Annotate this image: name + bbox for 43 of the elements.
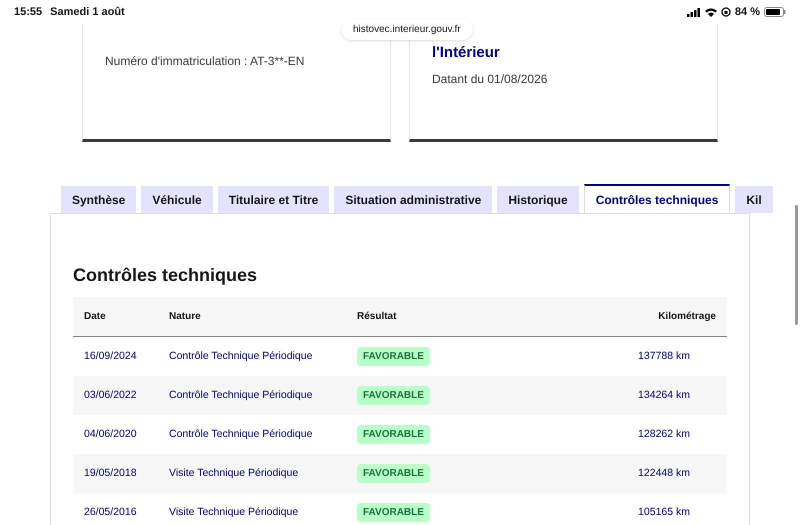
tab[interactable]: Synthèse [61, 186, 136, 213]
date-cell-text: 26/05/2016 [84, 504, 138, 520]
tab[interactable]: Contrôles techniques [584, 184, 730, 213]
nature-cell-text: Visite Technique Périodique [169, 466, 300, 481]
result-badge: FAVORABLE [357, 464, 430, 483]
battery-icon [764, 7, 786, 17]
tab[interactable]: Kil [735, 186, 773, 213]
column-header: Nature [169, 310, 202, 324]
tab[interactable]: Historique [497, 186, 579, 213]
column-header: Kilométrage [658, 310, 716, 324]
nature-cell-text: Contrôle Technique Périodique [169, 388, 314, 403]
tab[interactable]: Situation administrative [334, 186, 492, 213]
date-cell-text: 04/06/2020 [84, 426, 138, 442]
result-badge: FAVORABLE [357, 425, 430, 444]
date-cell-text: 16/09/2024 [84, 348, 138, 364]
battery-percent: 84 % [734, 4, 760, 20]
status-time: 15:55 [14, 4, 42, 20]
mileage-cell-text: 137788 km [638, 348, 690, 364]
tab[interactable]: Véhicule [141, 186, 213, 213]
tab[interactable]: Titulaire et Titre [218, 186, 330, 213]
column-header: Date [84, 310, 107, 324]
result-badge: FAVORABLE [357, 347, 430, 366]
result-badge: FAVORABLE [357, 386, 430, 405]
card-title: l'Intérieur [432, 44, 501, 62]
card-text: Datant du 01/08/2026 [432, 71, 548, 88]
lock-rotation-icon [720, 7, 731, 17]
date-cell-text: 19/05/2018 [84, 466, 138, 481]
mileage-cell-text: 134264 km [638, 388, 690, 403]
status-date: Samedi 1 août [50, 4, 125, 20]
url-pill[interactable]: histovec.interieur.gouv.fr [341, 19, 473, 40]
mileage-cell-text: 122448 km [638, 466, 690, 481]
mileage-cell-text: 128262 km [638, 426, 690, 442]
section-title: Contrôles techniques [73, 264, 258, 286]
nature-cell-text: Contrôle Technique Périodique [169, 426, 314, 442]
signal-icon [686, 8, 701, 16]
date-cell-text: 03/06/2022 [84, 388, 138, 403]
card-text: Numéro d'immatriculation : AT-3**-EN [105, 53, 306, 70]
column-header: Résultat [357, 310, 398, 324]
nature-cell-text: Visite Technique Périodique [169, 504, 300, 520]
wifi-icon [704, 8, 717, 16]
result-badge: FAVORABLE [357, 503, 430, 522]
nature-cell-text: Contrôle Technique Périodique [169, 348, 314, 364]
mileage-cell-text: 105165 km [638, 504, 690, 520]
